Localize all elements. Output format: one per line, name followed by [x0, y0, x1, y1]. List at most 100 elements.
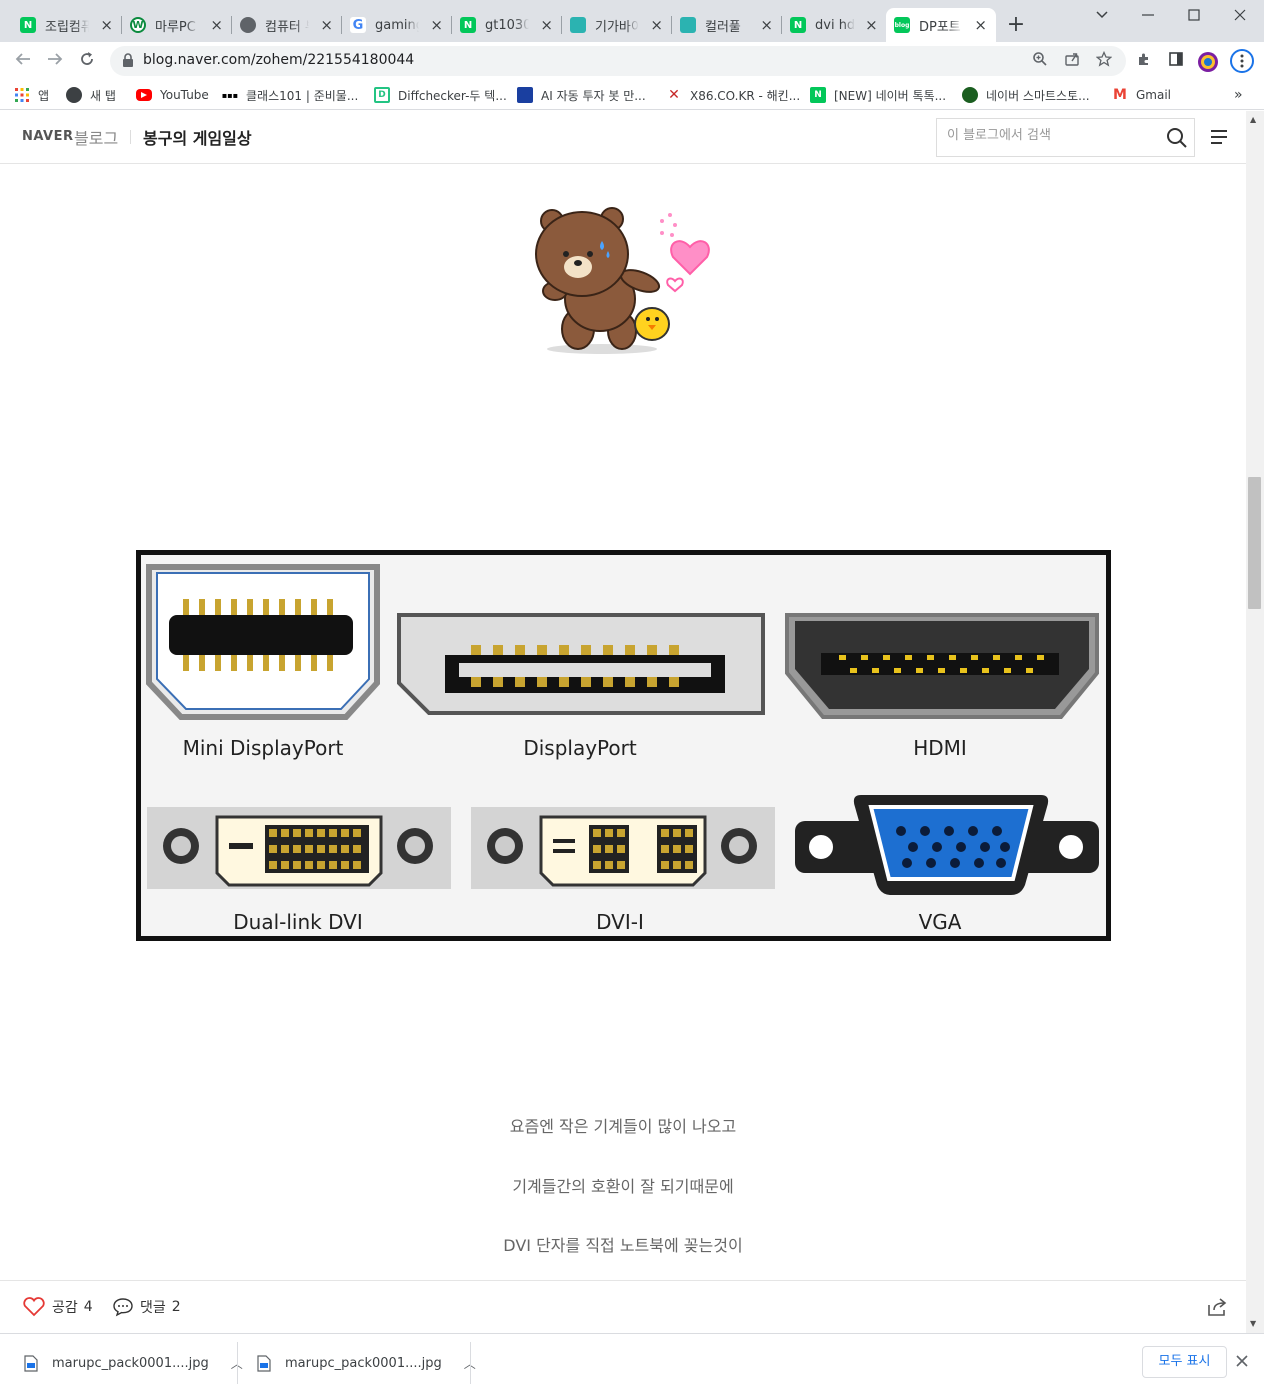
tab-2[interactable]: 컴퓨터 부품 × — [232, 8, 342, 42]
tab-title: 기가바이트 — [595, 19, 640, 35]
scroll-up-arrow-icon[interactable]: ▲ — [1250, 115, 1256, 124]
download-filename: marupc_pack0001....jpg — [52, 1355, 209, 1371]
close-tab-icon[interactable]: × — [759, 16, 774, 34]
tab-4[interactable]: N gt1030 × — [452, 8, 562, 42]
post-action-bar: 공감 4 댓글 2 — [0, 1280, 1246, 1333]
close-tab-icon[interactable]: × — [209, 16, 224, 34]
bookmark-naver-talk[interactable]: N [NEW] 네이버 톡톡... — [810, 85, 946, 105]
bookmark-smartstore[interactable]: 네이버 스마트스토... — [962, 85, 1090, 105]
share-post-button[interactable] — [1206, 1297, 1234, 1317]
page-scrollbar[interactable]: ▲ ▼ — [1246, 111, 1264, 1333]
naver-favicon-icon: N — [20, 17, 36, 33]
back-button[interactable] — [12, 50, 34, 72]
bookmark-label: YouTube — [160, 88, 209, 102]
profile-avatar-icon[interactable] — [1197, 51, 1218, 72]
apps-grid-icon — [14, 87, 30, 103]
like-label: 공감 — [52, 1300, 78, 1316]
tab-title: 조립컴퓨터 — [45, 19, 90, 35]
close-tab-icon[interactable]: × — [649, 16, 664, 34]
close-tab-icon[interactable]: × — [429, 16, 444, 34]
naver-logo[interactable]: NAVER — [22, 129, 74, 144]
close-tab-icon[interactable]: × — [319, 16, 334, 34]
download-divider — [237, 1342, 238, 1384]
download-divider — [470, 1342, 471, 1384]
bookmark-label: 새 탭 — [90, 88, 116, 103]
naver-blog-favicon-icon: blog — [894, 17, 910, 33]
minimize-icon[interactable] — [1128, 4, 1168, 28]
tab-8-active[interactable]: blog DP포트 × — [886, 8, 996, 42]
tab-title: 컴퓨터 부품 — [265, 19, 309, 35]
port-label-vga: VGA — [918, 910, 962, 934]
download-item[interactable]: marupc_pack0001....jpg ︿ — [257, 1334, 476, 1392]
share-icon[interactable] — [1062, 51, 1082, 71]
bookmark-diffchecker[interactable]: D Diffchecker-두 텍... — [374, 85, 507, 105]
more-bookmarks-button[interactable]: » — [1234, 85, 1243, 105]
port-label-mini-displayport: Mini DisplayPort — [182, 736, 344, 760]
show-all-downloads-button[interactable]: 모두 표시 — [1142, 1346, 1227, 1378]
tab-title: gaming — [375, 17, 420, 33]
download-item[interactable]: marupc_pack0001....jpg ︿ — [24, 1334, 243, 1392]
new-tab-button[interactable]: + — [1004, 12, 1028, 37]
bookmark-apps[interactable]: 앱 — [14, 85, 49, 105]
bookmark-star-icon[interactable] — [1094, 50, 1114, 71]
comment-label: 댓글 — [140, 1300, 166, 1316]
tab-0[interactable]: N 조립컴퓨터 × — [12, 8, 122, 42]
search-icon[interactable] — [1166, 127, 1188, 149]
post-paragraph: 요즘엔 작은 기계들이 많이 나오고 — [509, 1117, 737, 1136]
comment-bubble-icon — [113, 1298, 133, 1317]
bookmark-new-tab[interactable]: 새 탭 — [66, 85, 116, 105]
extensions-icon[interactable] — [1134, 51, 1154, 71]
reload-button[interactable] — [76, 50, 98, 72]
scroll-down-arrow-icon[interactable]: ▼ — [1250, 1319, 1256, 1328]
address-bar[interactable]: blog.naver.com/zohem/221554180044 — [110, 46, 1126, 76]
tab-3[interactable]: G gaming × — [342, 8, 452, 42]
header-divider — [130, 130, 131, 144]
chrome-menu-icon[interactable] — [1230, 49, 1254, 73]
close-tab-icon[interactable]: × — [99, 16, 114, 34]
tab-6[interactable]: 컬러풀 × — [672, 8, 782, 42]
side-panel-icon[interactable] — [1166, 51, 1186, 71]
close-tab-icon[interactable]: × — [973, 16, 988, 34]
post-paragraph: DVI 단자를 직접 노트북에 꽂는것이 — [503, 1236, 743, 1255]
bookmark-x86[interactable]: ✕ X86.CO.KR - 해킨... — [666, 85, 800, 105]
blog-page: NAVER 블로그 봉구의 게임일상 이 블로그에서 검색 Mini Displ… — [0, 111, 1246, 1333]
bookmark-class101[interactable]: ▪▪▪ 클래스101 | 준비물... — [222, 85, 358, 105]
url-text[interactable]: blog.naver.com/zohem/221554180044 — [143, 52, 414, 68]
tab-strip: N 조립컴퓨터 × W 마루PC × 컴퓨터 부품 × G gaming × N… — [0, 0, 1264, 42]
bookmark-youtube[interactable]: YouTube — [136, 85, 209, 105]
menu-icon[interactable] — [1210, 129, 1228, 145]
maximize-icon[interactable] — [1174, 4, 1214, 28]
tab-1[interactable]: W 마루PC × — [122, 8, 232, 42]
browser-toolbar: blog.naver.com/zohem/221554180044 — [0, 42, 1264, 80]
comment-button[interactable]: 댓글 2 — [112, 1297, 181, 1317]
close-window-icon[interactable] — [1220, 4, 1260, 28]
bookmark-label: Gmail — [1136, 88, 1172, 102]
diffchecker-icon: D — [374, 87, 390, 103]
zoom-icon[interactable] — [1030, 51, 1050, 71]
close-tab-icon[interactable]: × — [539, 16, 554, 34]
tab-search-icon[interactable] — [1082, 4, 1122, 28]
blog-logo-text[interactable]: 블로그 — [74, 125, 118, 149]
bookmark-label: [NEW] 네이버 톡톡... — [834, 88, 947, 103]
port-label-displayport: DisplayPort — [523, 736, 637, 760]
bookmarks-bar: 앱 새 탭 YouTube ▪▪▪ 클래스101 | 준비물... D Diff… — [0, 80, 1264, 110]
close-download-shelf-icon[interactable] — [1236, 1352, 1248, 1372]
bookmark-gmail[interactable]: M Gmail — [1112, 85, 1171, 105]
blog-search-box — [936, 118, 1195, 157]
lock-icon — [123, 53, 133, 67]
google-icon: G — [350, 17, 366, 33]
bookmark-ai-bot[interactable]: AI 자동 투자 봇 만... — [517, 85, 646, 105]
tab-7[interactable]: N dvi hdmi × — [782, 8, 886, 42]
naver-favicon-icon: N — [790, 17, 806, 33]
tab-title: DP포트 — [919, 19, 961, 35]
smartstore-icon — [962, 87, 978, 103]
like-button[interactable]: 공감 4 — [22, 1297, 93, 1317]
globe-icon — [240, 17, 256, 33]
scrollbar-thumb[interactable] — [1248, 477, 1261, 609]
tab-5[interactable]: 기가바이트 × — [562, 8, 672, 42]
forward-button[interactable] — [44, 50, 66, 72]
close-tab-icon[interactable]: × — [865, 16, 878, 34]
browser-window: N 조립컴퓨터 × W 마루PC × 컴퓨터 부품 × G gaming × N… — [0, 0, 1264, 1392]
blog-search-input[interactable] — [947, 128, 1147, 143]
blog-name[interactable]: 봉구의 게임일상 — [143, 125, 252, 149]
